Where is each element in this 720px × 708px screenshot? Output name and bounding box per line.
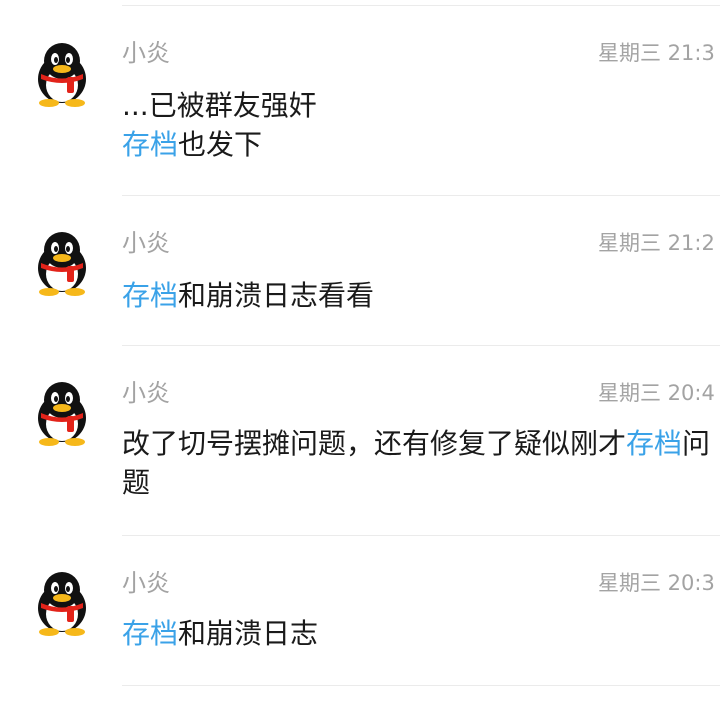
message-text-segment: 和崩溃日志看看 <box>178 279 375 312</box>
qq-penguin-avatar-icon[interactable] <box>33 380 91 446</box>
sender-name: 小炎 <box>122 569 170 597</box>
divider <box>122 685 720 686</box>
divider <box>122 195 720 196</box>
message-time: 星期三 21:3 <box>598 41 715 65</box>
keyword-highlight: 存档 <box>122 279 179 312</box>
message-text: ...已被群友强奸 存档也发下 <box>122 86 712 164</box>
divider <box>122 345 720 346</box>
keyword-highlight: 存档 <box>122 128 179 161</box>
keyword-highlight: 存档 <box>626 427 683 460</box>
message-text: 存档和崩溃日志看看 <box>122 276 712 315</box>
search-results-list: 小炎 星期三 21:3 ...已被群友强奸 存档也发下 小炎 星期三 21:2 存… <box>0 0 720 708</box>
message-text-segment: 也发下 <box>178 128 263 161</box>
qq-penguin-avatar-icon[interactable] <box>33 230 91 296</box>
message-text: 改了切号摆摊问题，还有修复了疑似刚才存档问题 <box>122 424 712 502</box>
sender-name: 小炎 <box>122 229 170 257</box>
divider <box>122 5 720 6</box>
message-text-segment: 和崩溃日志 <box>178 617 319 650</box>
message-text-segment: 改了切号摆摊问题，还有修复了疑似刚才 <box>122 427 627 460</box>
message-time: 星期三 20:4 <box>598 381 715 405</box>
sender-name: 小炎 <box>122 379 170 407</box>
divider <box>122 535 720 536</box>
message-text-segment: ...已被群友强奸 <box>122 89 317 122</box>
qq-penguin-avatar-icon[interactable] <box>33 41 91 107</box>
message-text: 存档和崩溃日志 <box>122 614 712 653</box>
qq-penguin-avatar-icon[interactable] <box>33 570 91 636</box>
message-time: 星期三 21:2 <box>598 231 715 255</box>
sender-name: 小炎 <box>122 39 170 67</box>
message-time: 星期三 20:3 <box>598 571 715 595</box>
keyword-highlight: 存档 <box>122 617 179 650</box>
